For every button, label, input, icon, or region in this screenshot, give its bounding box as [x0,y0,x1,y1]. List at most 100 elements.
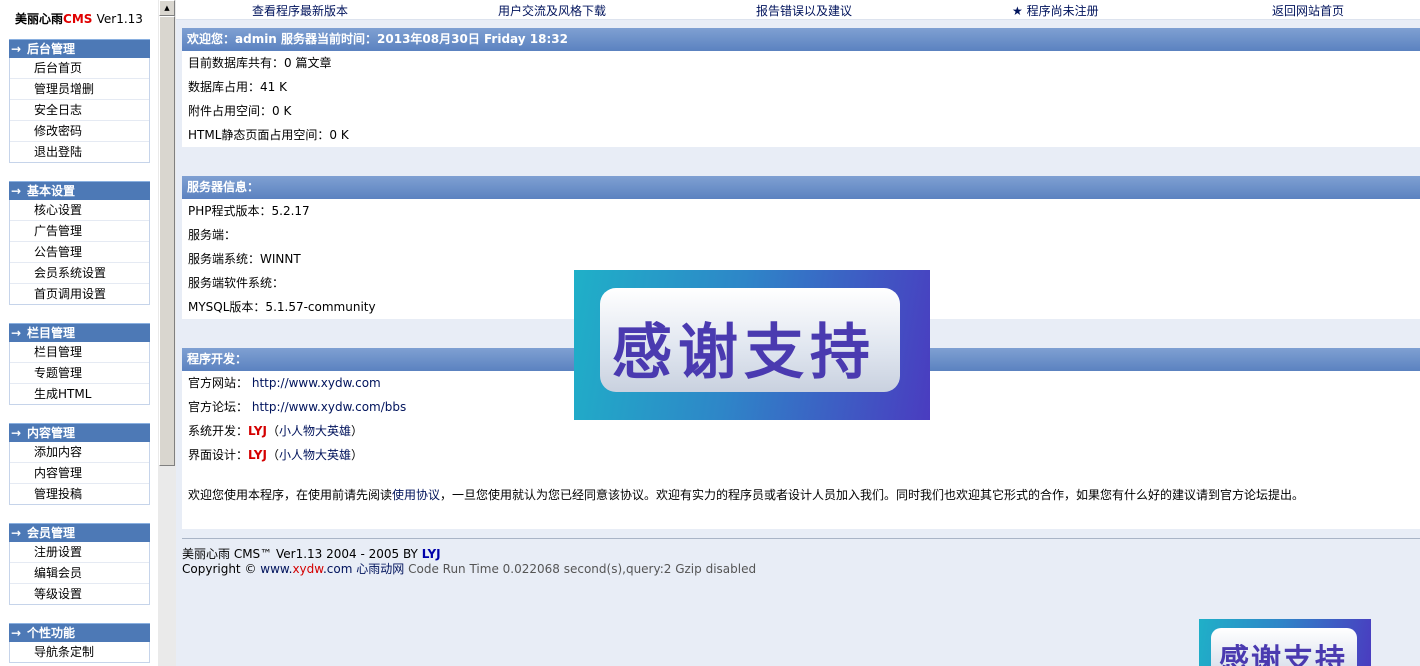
menu-group-members: → 会员管理 注册设置 编辑会员 等级设置 [9,523,150,605]
developer-paren-open: （ [266,424,279,438]
arrow-right-icon: → [11,42,22,56]
brand-logo: 美丽心雨CMS Ver1.13 [15,10,143,27]
usage-agreement-link[interactable]: 使用协议 [392,488,440,502]
official-forum-label: 官方论坛： [188,400,249,414]
menu-item-topic-manage[interactable]: 专题管理 [10,363,149,384]
arrow-right-icon: → [11,626,22,640]
server-php-version: PHP程式版本：5.2.17 [182,199,1420,223]
footer-site-com: .com [322,562,353,576]
arrow-right-icon: → [11,184,22,198]
nav-user-exchange[interactable]: 用户交流及风格下载 [498,2,606,19]
menu-group-title: 内容管理 [27,426,76,440]
menu-group-title: 会员管理 [27,526,76,540]
menu-group-title: 基本设置 [27,184,76,198]
developer-label: 系统开发： [188,424,249,438]
thanks-banner-small[interactable]: 感谢支持 [1199,619,1371,666]
brand-cms: CMS [63,12,93,26]
menu-group-backend: → 后台管理 后台首页 管理员增删 安全日志 修改密码 退出登陆 [9,39,150,163]
footer-line2: Copyright © www.xydw.com 心雨动网 Code Run T… [182,562,1420,577]
arrow-right-icon: → [11,426,22,440]
menu-group-title: 栏目管理 [27,326,76,340]
top-navigation: 查看程序最新版本 用户交流及风格下载 报告错误以及建议 ★ 程序尚未注册 返回网… [176,0,1420,20]
menu-item-content-manage[interactable]: 内容管理 [10,463,149,484]
thanks-banner[interactable]: 感谢支持 [574,270,930,420]
scroll-up-arrow-icon[interactable]: ▲ [159,0,175,16]
brand-name: 美丽心雨 [15,12,64,26]
menu-item-register-settings[interactable]: 注册设置 [10,542,149,563]
designer-row: 界面设计：LYJ（小人物大英雄） [182,443,1420,467]
menu-group-title: 个性功能 [27,626,76,640]
stat-html-size: HTML静态页面占用空间：0 K [182,123,1420,147]
server-side: 服务端： [182,223,1420,247]
menu-group-header[interactable]: → 内容管理 [9,423,150,442]
developer-alias-link[interactable]: 小人物大英雄 [279,424,351,438]
sidebar-scrollbar[interactable]: ▲ [158,0,176,666]
developer-paren-close: ） [350,424,363,438]
menu-item-logout[interactable]: 退出登陆 [10,142,149,162]
official-site-label: 官方网站： [188,376,249,390]
brand-version: Ver1.13 [96,12,143,26]
menu-item-add-content[interactable]: 添加内容 [10,442,149,463]
menu-item-member-system[interactable]: 会员系统设置 [10,263,149,284]
designer-paren-open: （ [266,448,279,462]
menu-group-header[interactable]: → 个性功能 [9,623,150,642]
official-site-link[interactable]: http://www.xydw.com [252,376,381,390]
footer-line1: 美丽心雨 CMS™ Ver1.13 2004 - 2005 BY LYJ [182,547,1420,562]
designer-alias-link[interactable]: 小人物大英雄 [279,448,351,462]
footer-site-link[interactable]: www.xydw.com [260,562,352,576]
server-header: 服务器信息： [182,176,1420,199]
footer-site-www: www. [260,562,293,576]
menu-item-change-password[interactable]: 修改密码 [10,121,149,142]
thanks-banner-text: 感谢支持 [612,318,876,388]
menu-item-announcements[interactable]: 公告管理 [10,242,149,263]
menu-item-navbar-custom[interactable]: 导航条定制 [10,642,149,662]
nav-latest-version[interactable]: 查看程序最新版本 [252,2,348,19]
developer-name: LYJ [248,424,267,438]
menu-item-submissions[interactable]: 管理投稿 [10,484,149,504]
footer: 美丽心雨 CMS™ Ver1.13 2004 - 2005 BY LYJ Cop… [182,538,1420,577]
menu-item-homepage-call[interactable]: 首页调用设置 [10,284,149,304]
designer-label: 界面设计： [188,448,249,462]
arrow-right-icon: → [11,526,22,540]
menu-group-header[interactable]: → 栏目管理 [9,323,150,342]
notice-text-pre: 欢迎您使用本程序，在使用前请先阅读 [188,488,393,502]
menu-group-basic-settings: → 基本设置 核心设置 广告管理 公告管理 会员系统设置 首页调用设置 [9,181,150,305]
menu-group-content: → 内容管理 添加内容 内容管理 管理投稿 [9,423,150,505]
footer-runtime: Code Run Time 0.022068 second(s),query:2… [408,562,757,576]
scrollbar-thumb[interactable] [159,16,175,466]
designer-paren-close: ） [350,448,363,462]
menu-item-ads[interactable]: 广告管理 [10,221,149,242]
stat-attachment-size: 附件占用空间：0 K [182,99,1420,123]
official-forum-link[interactable]: http://www.xydw.com/bbs [252,400,406,414]
menu-item-edit-members[interactable]: 编辑会员 [10,563,149,584]
menu-group-header[interactable]: → 会员管理 [9,523,150,542]
developer-row: 系统开发：LYJ（小人物大英雄） [182,419,1420,443]
left-frame: 美丽心雨CMS Ver1.13 → 后台管理 后台首页 管理员增删 安全日志 修改… [0,0,176,666]
stat-article-count: 目前数据库共有：0 篇文章 [182,51,1420,75]
menu-item-security-log[interactable]: 安全日志 [10,100,149,121]
footer-author: LYJ [421,547,441,561]
menu-item-admin-manage[interactable]: 管理员增删 [10,79,149,100]
menu-item-level-settings[interactable]: 等级设置 [10,584,149,604]
nav-unregistered[interactable]: ★ 程序尚未注册 [1012,2,1099,19]
nav-back-home[interactable]: 返回网站首页 [1272,2,1344,19]
menu-item-core-settings[interactable]: 核心设置 [10,200,149,221]
menu-group-title: 后台管理 [27,42,76,56]
menu-group-features: → 个性功能 导航条定制 [9,623,150,663]
footer-site-name[interactable]: 心雨动网 [356,562,404,576]
menu-item-column-manage[interactable]: 栏目管理 [10,342,149,363]
menu-group-header[interactable]: → 基本设置 [9,181,150,200]
sidebar-menu: 美丽心雨CMS Ver1.13 → 后台管理 后台首页 管理员增删 安全日志 修改… [0,0,158,666]
thanks-banner-small-text: 感谢支持 [1219,643,1347,666]
menu-item-generate-html[interactable]: 生成HTML [10,384,149,404]
footer-site-xydw: xydw [292,562,323,576]
stat-db-size: 数据库占用：41 K [182,75,1420,99]
arrow-right-icon: → [11,326,22,340]
nav-report-bugs[interactable]: 报告错误以及建议 [756,2,852,19]
welcome-panel: 欢迎您：admin 服务器当前时间：2013年08月30日 Friday 18:… [182,28,1420,147]
menu-group-columns: → 栏目管理 栏目管理 专题管理 生成HTML [9,323,150,405]
usage-notice: 欢迎您使用本程序，在使用前请先阅读使用协议，一旦您使用就认为您已经同意该协议。欢… [188,486,1304,503]
menu-group-header[interactable]: → 后台管理 [9,39,150,58]
menu-item-backend-home[interactable]: 后台首页 [10,58,149,79]
footer-version: 美丽心雨 CMS™ Ver1.13 2004 - 2005 BY [182,547,422,561]
